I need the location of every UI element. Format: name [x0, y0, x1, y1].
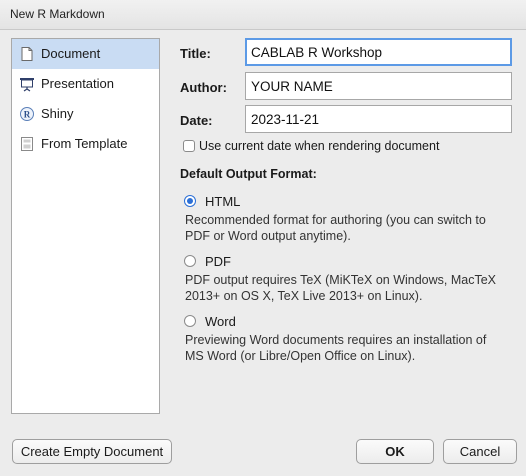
html-radio-label[interactable]: HTML [205, 194, 240, 209]
document-icon [21, 47, 33, 61]
author-input[interactable] [245, 72, 512, 100]
use-current-date-checkbox[interactable] [183, 140, 195, 152]
sidebar-item-presentation[interactable]: Presentation [12, 69, 159, 99]
word-description: Previewing Word documents requires an in… [185, 333, 515, 364]
window-titlebar: New R Markdown [0, 0, 526, 30]
date-label: Date: [180, 113, 213, 128]
description-line: PDF output requires TeX (MiKTeX on Windo… [185, 273, 497, 287]
description-line: Previewing Word documents requires an in… [185, 333, 487, 347]
template-icon [21, 137, 33, 151]
sidebar-item-label: From Template [41, 136, 128, 151]
description-line: Recommended format for authoring (you ca… [185, 213, 486, 227]
author-label: Author: [180, 80, 227, 95]
create-empty-document-button[interactable]: Create Empty Document [12, 439, 172, 464]
html-description: Recommended format for authoring (you ca… [185, 213, 515, 244]
title-label: Title: [180, 46, 211, 61]
sidebar-item-label: Presentation [41, 76, 114, 91]
pdf-radio-label[interactable]: PDF [205, 254, 231, 269]
ok-button[interactable]: OK [356, 439, 434, 464]
sidebar-item-shiny[interactable]: R Shiny [12, 99, 159, 129]
sidebar-item-document[interactable]: Document [12, 39, 159, 69]
description-line: MS Word (or Libre/Open Office on Linux). [185, 348, 416, 363]
cancel-button[interactable]: Cancel [443, 439, 517, 464]
html-radio[interactable] [184, 195, 196, 207]
description-line: PDF or Word output anytime). [185, 228, 351, 243]
shiny-icon: R [20, 107, 34, 121]
sidebar-item-label: Shiny [41, 106, 74, 121]
pdf-radio[interactable] [184, 255, 196, 267]
presentation-icon [20, 78, 34, 92]
sidebar-item-label: Document [41, 46, 101, 61]
word-radio[interactable] [184, 315, 196, 327]
date-input[interactable] [245, 105, 512, 133]
title-input[interactable] [245, 38, 512, 66]
word-radio-label[interactable]: Word [205, 314, 236, 329]
template-type-list: Document Presentation R Shiny From Templ… [11, 38, 160, 414]
svg-text:R: R [24, 110, 31, 120]
use-current-date-label[interactable]: Use current date when rendering document [199, 139, 439, 153]
pdf-description: PDF output requires TeX (MiKTeX on Windo… [185, 273, 515, 304]
output-format-heading: Default Output Format: [180, 167, 317, 181]
window-title: New R Markdown [10, 7, 105, 21]
description-line: 2013+ on OS X, TeX Live 2013+ on Linux). [185, 288, 423, 303]
sidebar-item-from-template[interactable]: From Template [12, 129, 159, 159]
